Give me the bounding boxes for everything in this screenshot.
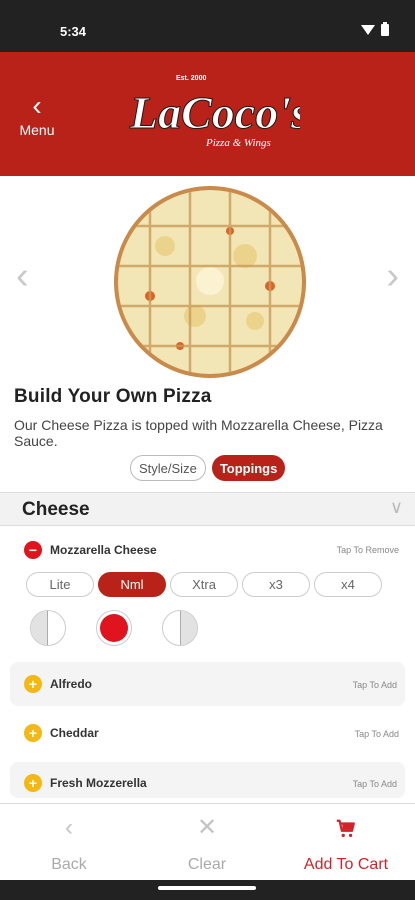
- option-tabs: Style/Size Toppings: [130, 455, 286, 481]
- whole-pizza-icon[interactable]: [96, 610, 132, 646]
- right-half-icon[interactable]: [162, 610, 198, 646]
- app-header: ‹ Menu Est. 2000 LaCoco's Pizza & Wings: [0, 52, 415, 176]
- amount-extra[interactable]: Xtra: [170, 572, 238, 597]
- menu-label: Menu: [19, 122, 55, 138]
- tap-to-remove-label: Tap To Remove: [336, 545, 399, 555]
- bottom-action-bar: ‹ Back ✕ Clear Add To Cart: [0, 803, 415, 880]
- placement-selector: [30, 610, 198, 646]
- chevron-left-icon: ‹: [32, 90, 42, 121]
- cart-icon: [277, 812, 415, 844]
- add-icon[interactable]: +: [24, 774, 42, 792]
- tap-to-add-label: Tap To Add: [352, 779, 397, 789]
- left-half-icon[interactable]: [30, 610, 66, 646]
- chevron-left-icon: ‹: [65, 814, 73, 841]
- topping-row-cheddar[interactable]: + Cheddar Tap To Add: [8, 724, 407, 748]
- product-image-carousel: ‹ ›: [0, 176, 415, 382]
- battery-icon: [381, 22, 389, 36]
- amount-x4[interactable]: x4: [314, 572, 382, 597]
- topping-name: Fresh Mozzerella: [50, 776, 147, 790]
- add-icon[interactable]: +: [24, 675, 42, 693]
- add-to-cart-button[interactable]: Add To Cart: [277, 812, 415, 874]
- home-indicator[interactable]: [158, 886, 256, 890]
- amount-x3[interactable]: x3: [242, 572, 310, 597]
- clear-label: Clear: [187, 856, 227, 873]
- chevron-down-icon[interactable]: ∨: [390, 497, 403, 518]
- section-title: Cheese: [22, 499, 90, 520]
- topping-name: Mozzarella Cheese: [50, 543, 157, 557]
- logo-brand: LaCoco's: [129, 87, 300, 138]
- back-label: Back: [51, 856, 87, 873]
- clear-button[interactable]: ✕ Clear: [138, 812, 276, 874]
- logo-est: Est. 2000: [176, 75, 206, 82]
- add-icon[interactable]: +: [24, 724, 42, 742]
- topping-row-fresh-mozzerella[interactable]: + Fresh Mozzerella Tap To Add: [10, 762, 405, 798]
- topping-row-alfredo[interactable]: + Alfredo Tap To Add: [10, 662, 405, 706]
- pizza-image: [114, 186, 306, 378]
- status-time: 5:34: [60, 24, 87, 39]
- product-title: Build Your Own Pizza: [14, 386, 212, 407]
- topping-name: Alfredo: [50, 677, 92, 691]
- tap-to-add-label: Tap To Add: [354, 729, 399, 739]
- tap-to-add-label: Tap To Add: [352, 680, 397, 690]
- tab-style-size[interactable]: Style/Size: [130, 455, 206, 481]
- wifi-icon: [361, 25, 375, 35]
- close-icon: ✕: [196, 814, 218, 841]
- status-bar: 5:34: [0, 0, 415, 52]
- amount-selector: Lite Nml Xtra x3 x4: [26, 572, 382, 597]
- back-button[interactable]: ‹ Back: [0, 812, 138, 874]
- remove-icon[interactable]: −: [24, 541, 42, 559]
- next-image-arrow-icon[interactable]: ›: [386, 256, 399, 296]
- amount-lite[interactable]: Lite: [26, 572, 94, 597]
- status-icons: [361, 22, 389, 36]
- add-to-cart-label: Add To Cart: [303, 856, 389, 873]
- lacocos-logo: Est. 2000 LaCoco's Pizza & Wings: [129, 75, 301, 149]
- amount-normal[interactable]: Nml: [98, 572, 166, 597]
- topping-row-mozzarella[interactable]: − Mozzarella Cheese Tap To Remove: [8, 540, 407, 564]
- cheese-section-header[interactable]: Cheese ∨: [0, 492, 415, 526]
- product-description: Our Cheese Pizza is topped with Mozzarel…: [14, 417, 383, 449]
- topping-name: Cheddar: [50, 726, 99, 740]
- tab-toppings[interactable]: Toppings: [211, 455, 286, 481]
- logo-tagline: Pizza & Wings: [205, 137, 271, 149]
- menu-button[interactable]: ‹ Menu: [14, 92, 60, 142]
- previous-image-arrow-icon[interactable]: ‹: [16, 256, 29, 296]
- system-nav-bar: [0, 880, 415, 900]
